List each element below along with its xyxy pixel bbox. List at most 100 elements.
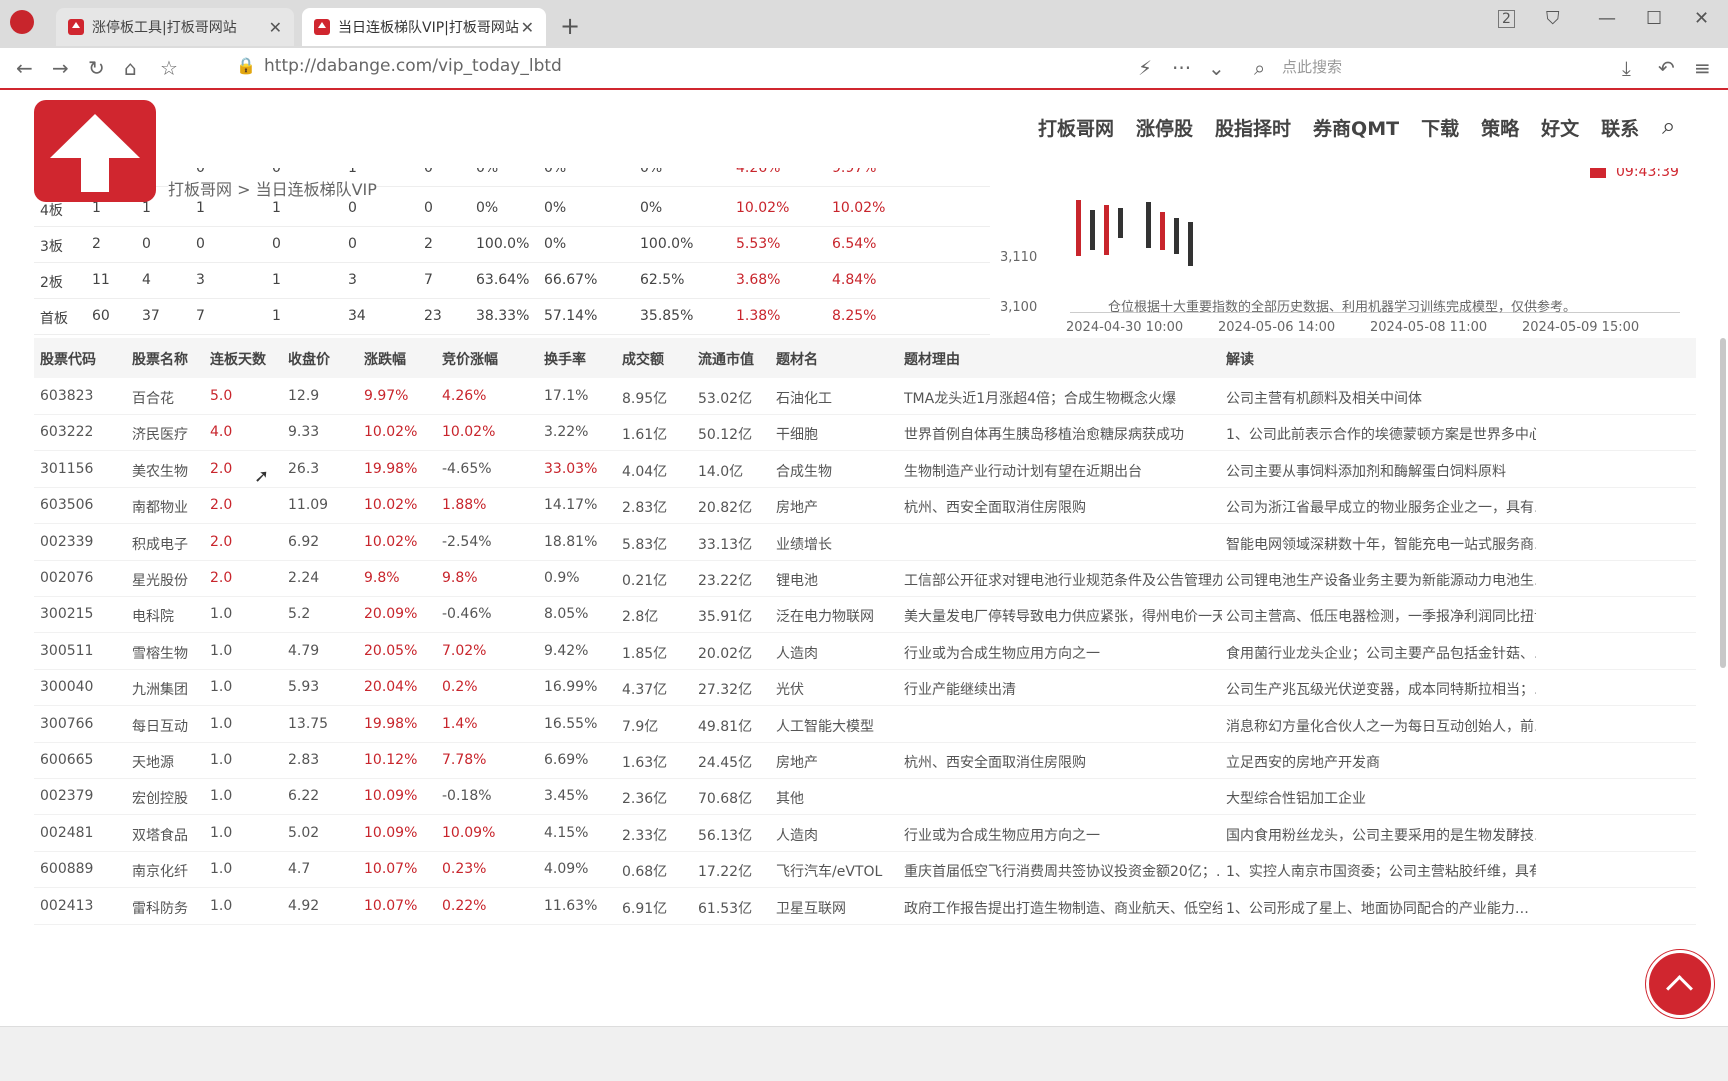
column-header[interactable]: 股票代码: [40, 349, 128, 369]
column-header[interactable]: 题材名: [776, 349, 902, 369]
table-row[interactable]: 300040 九洲集团 1.0 5.93 20.04% 0.2% 16.99% 4.37亿 27…: [34, 669, 1696, 707]
stock-name[interactable]: 每日互动: [132, 716, 208, 736]
column-header[interactable]: 股票名称: [132, 349, 208, 369]
stock-code[interactable]: 603222: [40, 424, 128, 440]
stock-code[interactable]: 603823: [40, 388, 128, 404]
stock-code[interactable]: 002379: [40, 788, 128, 804]
url-field[interactable]: http://dabange.com/vip_today_lbtd: [264, 56, 562, 76]
table-cell: 卫星互联网: [776, 900, 846, 917]
column-header[interactable]: 竞价涨幅: [442, 349, 542, 369]
stock-name[interactable]: 南都物业: [132, 497, 208, 517]
close-tab-icon[interactable]: ✕: [521, 18, 534, 37]
table-row[interactable]: 300511 雪榕生物 1.0 4.79 20.05% 7.02% 9.42% 1.85亿 20…: [34, 633, 1696, 670]
maximize-icon[interactable]: ☐: [1646, 8, 1662, 29]
download-icon[interactable]: ⤓: [1622, 56, 1631, 80]
stock-code[interactable]: 002076: [40, 570, 128, 586]
table-row[interactable]: 002339 积成电子 2.0 6.92 10.02% -2.54% 18.81% 5.83亿…: [34, 524, 1696, 561]
close-tab-icon[interactable]: ✕: [269, 18, 282, 37]
breadcrumb[interactable]: 打板哥网 > 当日连板梯队VIP: [168, 176, 377, 200]
menu-icon[interactable]: ≡: [1694, 56, 1711, 80]
stock-name[interactable]: 美农生物: [132, 461, 208, 481]
stock-code[interactable]: 301156: [40, 461, 128, 477]
table-row[interactable]: 300215 电科院 1.0 5.2 20.09% -0.46% 8.05% 2.8亿 35.9…: [34, 596, 1696, 634]
column-header[interactable]: 涨跌幅: [364, 349, 440, 369]
table-row[interactable]: 603506 南都物业 2.0 11.09 10.02% 1.88% 14.17% 2.83亿…: [34, 487, 1696, 525]
site-logo[interactable]: [34, 100, 156, 202]
stock-name[interactable]: 宏创控股: [132, 788, 208, 808]
table-row[interactable]: 002413 雷科防务 1.0 4.92 10.07% 0.22% 11.63% 6.91亿 6…: [34, 888, 1696, 925]
page-scrollbar[interactable]: [1720, 338, 1726, 668]
table-row[interactable]: 300766 每日互动 1.0 13.75 19.98% 1.4% 16.55% 7.9亿 49…: [34, 706, 1696, 743]
table-row[interactable]: 600889 南京化纤 1.0 4.7 10.07% 0.23% 4.09% 0.68亿 17.…: [34, 851, 1696, 889]
table-cell: 其他: [776, 791, 804, 808]
column-header[interactable]: 成交额: [622, 349, 696, 369]
chevron-down-icon[interactable]: ⌄: [1208, 56, 1225, 80]
browser-logo-icon[interactable]: [10, 10, 34, 34]
nav-qmt[interactable]: 券商QMT: [1313, 114, 1399, 141]
browser-search-input[interactable]: 点此搜索: [1282, 56, 1342, 77]
stock-name[interactable]: 南京化纤: [132, 861, 208, 881]
nav-strategy[interactable]: 策略: [1481, 114, 1519, 141]
nav-guzhi-zeshi[interactable]: 股指择时: [1215, 114, 1291, 141]
stock-name[interactable]: 积成电子: [132, 534, 208, 554]
stock-code[interactable]: 300215: [40, 606, 128, 622]
column-header[interactable]: 收盘价: [288, 349, 362, 369]
tab-count-badge[interactable]: 2: [1498, 10, 1515, 28]
stock-name[interactable]: 百合花: [132, 388, 208, 408]
column-header[interactable]: 解读: [1226, 349, 1536, 369]
column-header[interactable]: 连板天数: [210, 349, 286, 369]
back-to-top-button[interactable]: [1646, 950, 1714, 1018]
column-header[interactable]: 换手率: [544, 349, 620, 369]
new-tab-icon[interactable]: +: [560, 12, 580, 40]
stock-code[interactable]: 603506: [40, 497, 128, 513]
column-header[interactable]: 流通市值: [698, 349, 774, 369]
stock-code[interactable]: 002413: [40, 898, 128, 914]
undo-icon[interactable]: ↶: [1658, 56, 1675, 80]
forward-icon[interactable]: →: [52, 56, 69, 80]
tab-zhangtingban[interactable]: 涨停板工具|打板哥网站 ✕: [56, 8, 294, 46]
table-row[interactable]: 603222 济民医疗 4.0 9.33 10.02% 10.02% 3.22% 1.61亿 5…: [34, 414, 1696, 452]
table-row[interactable]: 002379 宏创控股 1.0 6.22 10.09% -0.18% 3.45% 2.36亿 7…: [34, 778, 1696, 816]
stock-name[interactable]: 电科院: [132, 606, 208, 626]
back-icon[interactable]: ←: [16, 56, 33, 80]
tab-lianban-vip[interactable]: 当日连板梯队VIP|打板哥网站 ✕: [302, 8, 546, 46]
stock-name[interactable]: 星光股份: [132, 570, 208, 590]
reload-icon[interactable]: ↻: [88, 56, 105, 80]
ladder-cell: 0%: [544, 200, 567, 216]
table-cell: 12.9: [288, 388, 320, 404]
nav-dabange[interactable]: 打板哥网: [1038, 114, 1114, 141]
stock-code[interactable]: 600889: [40, 861, 128, 877]
stock-code[interactable]: 300511: [40, 643, 128, 659]
more-icon[interactable]: ···: [1172, 56, 1191, 80]
nav-articles[interactable]: 好文: [1541, 114, 1579, 141]
minimize-icon[interactable]: —: [1598, 8, 1616, 29]
table-row[interactable]: 603823 百合花 5.0 12.9 9.97% 4.26% 17.1% 8.95亿 53.0…: [34, 378, 1696, 415]
bookmark-star-icon[interactable]: ☆: [160, 56, 178, 80]
stock-name[interactable]: 天地源: [132, 752, 208, 772]
close-window-icon[interactable]: ✕: [1694, 8, 1709, 29]
home-icon[interactable]: ⌂: [124, 56, 137, 80]
stock-name[interactable]: 雷科防务: [132, 898, 208, 918]
table-row[interactable]: 301156 美农生物 2.0 26.3 19.98% -4.65% 33.03% 4.04亿…: [34, 451, 1696, 488]
lightning-icon[interactable]: ⚡: [1138, 56, 1152, 80]
stock-code[interactable]: 300766: [40, 716, 128, 732]
table-row[interactable]: 002481 双塔食品 1.0 5.02 10.09% 10.09% 4.15% 2.33亿 5…: [34, 815, 1696, 852]
stock-name[interactable]: 雪榕生物: [132, 643, 208, 663]
stock-code[interactable]: 002481: [40, 825, 128, 841]
table-row[interactable]: 002076 星光股份 2.0 2.24 9.8% 9.8% 0.9% 0.21亿 23.22亿…: [34, 560, 1696, 597]
nav-contact[interactable]: 联系: [1601, 114, 1639, 141]
search-icon[interactable]: ⌕: [1662, 112, 1675, 140]
table-cell: 1.88%: [442, 497, 487, 514]
nav-zhangtinggu[interactable]: 涨停股: [1136, 114, 1193, 141]
shirt-icon[interactable]: ⛉: [1546, 8, 1560, 29]
table-row[interactable]: 600665 天地源 1.0 2.83 10.12% 7.78% 6.69% 1.63亿 24.…: [34, 742, 1696, 779]
stock-code[interactable]: 300040: [40, 679, 128, 695]
stock-name[interactable]: 九洲集团: [132, 679, 208, 699]
stock-name[interactable]: 济民医疗: [132, 424, 208, 444]
stock-code[interactable]: 600665: [40, 752, 128, 768]
stock-code[interactable]: 002339: [40, 534, 128, 550]
stock-name[interactable]: 双塔食品: [132, 825, 208, 845]
nav-download[interactable]: 下载: [1421, 114, 1459, 141]
ladder-cell: 100.0%: [476, 236, 530, 252]
column-header[interactable]: 题材理由: [904, 349, 1222, 369]
